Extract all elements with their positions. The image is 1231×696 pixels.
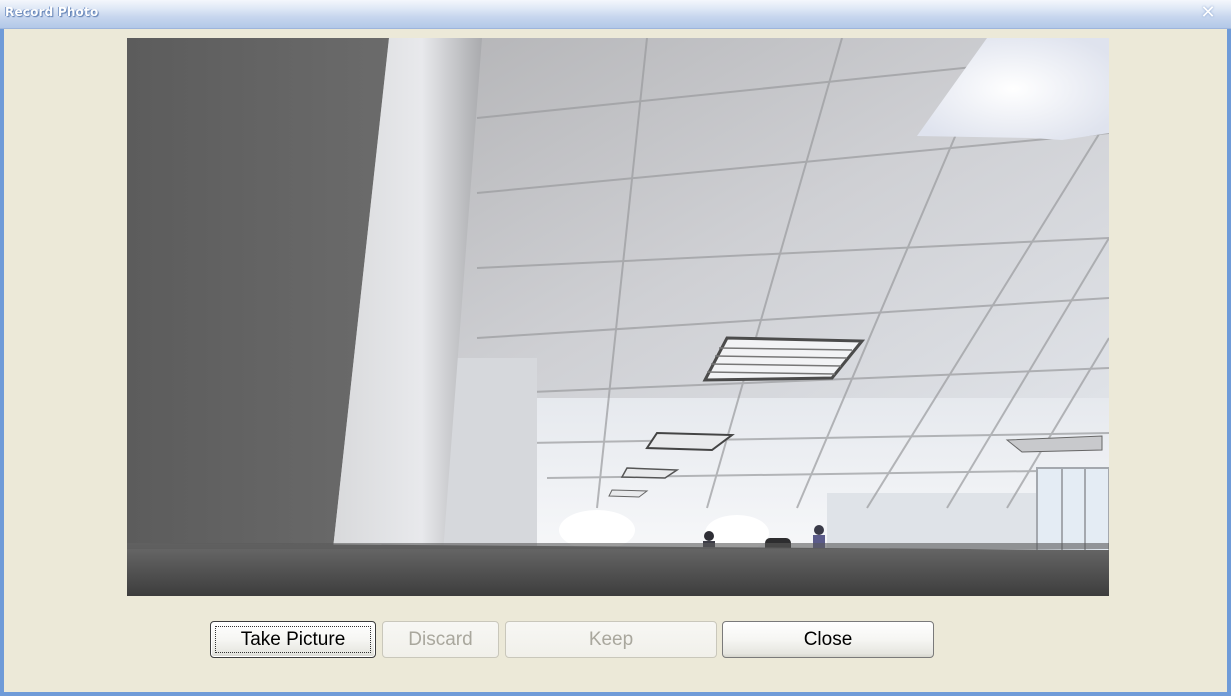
- close-label: Close: [803, 628, 853, 650]
- record-photo-dialog: Record Photo ✕ Take Picture Discard Keep…: [0, 0, 1231, 696]
- title-bar[interactable]: Record Photo ✕: [0, 0, 1231, 29]
- keep-button[interactable]: Keep: [505, 621, 717, 658]
- discard-button[interactable]: Discard: [382, 621, 499, 658]
- webcam-feed-image: [127, 38, 1109, 596]
- take-picture-button[interactable]: Take Picture: [210, 621, 376, 658]
- camera-preview: [127, 38, 1109, 596]
- close-button[interactable]: Close: [722, 621, 934, 658]
- close-window-icon[interactable]: ✕: [1199, 4, 1217, 22]
- window-title: Record Photo: [5, 5, 99, 19]
- keep-label: Keep: [588, 628, 634, 650]
- take-picture-label: Take Picture: [240, 628, 346, 650]
- discard-label: Discard: [408, 628, 473, 650]
